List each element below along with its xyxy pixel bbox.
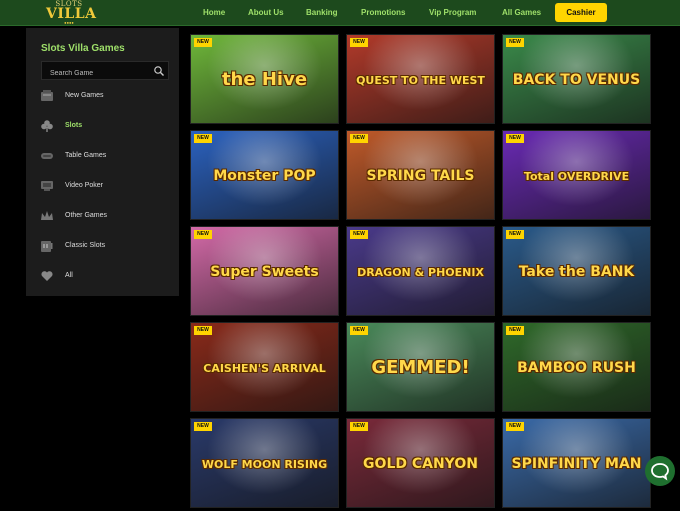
cashier-button[interactable]: Cashier xyxy=(555,3,607,22)
game-tile[interactable]: NEW the Hive xyxy=(190,34,339,124)
new-badge: NEW xyxy=(194,326,212,335)
heart-icon xyxy=(41,271,53,281)
new-badge: NEW xyxy=(506,422,524,431)
sidebar-item-label: Table Games xyxy=(65,152,107,159)
game-title: the Hive xyxy=(221,69,308,90)
game-title: Total OVERDRIVE xyxy=(523,169,630,183)
game-tile[interactable]: NEW GEMMED! xyxy=(346,322,495,412)
video-poker-icon xyxy=(41,181,53,191)
nav-all-games[interactable]: All Games xyxy=(502,8,541,17)
sidebar-item-table-games[interactable]: Table Games xyxy=(40,149,168,163)
nav-banking[interactable]: Banking xyxy=(306,8,338,17)
game-tile[interactable]: NEW DRAGON & PHOENIX xyxy=(346,226,495,316)
game-title: WOLF MOON RISING xyxy=(201,457,328,471)
new-badge: NEW xyxy=(350,230,368,239)
nav-promotions[interactable]: Promotions xyxy=(361,8,405,17)
game-tile[interactable]: NEW Take the BANK xyxy=(502,226,651,316)
new-games-icon xyxy=(41,90,53,101)
top-navigation-bar: SLOTS VILLA ●●●● Home About Us Banking P… xyxy=(0,0,680,26)
new-badge: NEW xyxy=(350,38,368,47)
clover-icon xyxy=(41,120,53,132)
sidebar-item-classic-slots[interactable]: Classic Slots xyxy=(40,239,168,253)
new-badge: NEW xyxy=(506,326,524,335)
sidebar-item-label: Classic Slots xyxy=(65,242,106,249)
new-badge: NEW xyxy=(506,134,524,143)
game-title: Take the BANK xyxy=(518,264,635,280)
new-badge: NEW xyxy=(350,422,368,431)
game-tile[interactable]: NEW BAMBOO RUSH xyxy=(502,322,651,412)
sidebar-item-video-poker[interactable]: Video Poker xyxy=(40,179,168,193)
game-title: SPRING TAILS xyxy=(366,168,475,184)
new-badge: NEW xyxy=(506,38,524,47)
nav-home[interactable]: Home xyxy=(203,8,225,17)
game-title: GEMMED! xyxy=(371,357,470,378)
new-badge: NEW xyxy=(194,422,212,431)
classic-slots-icon xyxy=(41,241,53,252)
game-tile[interactable]: NEW QUEST TO THE WEST xyxy=(346,34,495,124)
sidebar-title: Slots Villa Games xyxy=(41,43,125,54)
new-badge: NEW xyxy=(350,134,368,143)
table-games-icon xyxy=(41,153,53,159)
slots-villa-logo[interactable]: SLOTS VILLA ●●●● xyxy=(46,1,96,25)
sidebar-item-other-games[interactable]: Other Games xyxy=(40,209,168,223)
game-tile[interactable]: NEW Super Sweets xyxy=(190,226,339,316)
sidebar-item-all[interactable]: All xyxy=(40,269,168,283)
new-badge: NEW xyxy=(194,38,212,47)
game-title: BAMBOO RUSH xyxy=(517,360,636,376)
nav-vip-program[interactable]: Vip Program xyxy=(429,8,476,17)
sidebar-item-new-games[interactable]: New Games xyxy=(40,89,168,103)
game-tile[interactable]: NEW WOLF MOON RISING xyxy=(190,418,339,508)
game-tile[interactable]: NEW SPRING TAILS xyxy=(346,130,495,220)
new-badge: NEW xyxy=(506,230,524,239)
search-input[interactable] xyxy=(42,65,168,82)
game-tile[interactable]: NEW CAISHEN'S ARRIVAL xyxy=(190,322,339,412)
game-title: Monster POP xyxy=(213,168,316,184)
game-title: GOLD CANYON xyxy=(363,456,478,472)
search-box xyxy=(41,61,169,82)
crown-icon xyxy=(41,211,53,220)
game-title: BACK TO VENUS xyxy=(512,72,641,88)
sidebar-item-slots[interactable]: Slots xyxy=(40,119,168,133)
sidebar-item-label: All xyxy=(65,272,73,279)
nav-about-us[interactable]: About Us xyxy=(248,8,284,17)
new-badge: NEW xyxy=(194,134,212,143)
game-tile[interactable]: NEW BACK TO VENUS xyxy=(502,34,651,124)
chat-icon xyxy=(651,463,669,481)
game-title: Super Sweets xyxy=(210,264,319,280)
game-tile[interactable]: NEW Monster POP xyxy=(190,130,339,220)
game-title: CAISHEN'S ARRIVAL xyxy=(203,361,326,375)
games-sidebar: Slots Villa Games New Games Slots Table … xyxy=(26,28,179,296)
sidebar-item-label: Slots xyxy=(65,122,83,129)
sidebar-item-label: New Games xyxy=(65,92,104,99)
game-tile[interactable]: NEW SPINFINITY MAN xyxy=(502,418,651,508)
game-tile[interactable]: NEW GOLD CANYON xyxy=(346,418,495,508)
live-chat-button[interactable] xyxy=(645,456,675,486)
game-title: QUEST TO THE WEST xyxy=(356,73,485,87)
search-icon[interactable] xyxy=(153,65,165,77)
new-badge: NEW xyxy=(194,230,212,239)
new-badge: NEW xyxy=(350,326,368,335)
game-tile[interactable]: NEW Total OVERDRIVE xyxy=(502,130,651,220)
sidebar-item-label: Other Games xyxy=(65,212,108,219)
game-title: DRAGON & PHOENIX xyxy=(357,265,484,279)
game-title: SPINFINITY MAN xyxy=(511,456,642,472)
sidebar-item-label: Video Poker xyxy=(65,182,104,189)
